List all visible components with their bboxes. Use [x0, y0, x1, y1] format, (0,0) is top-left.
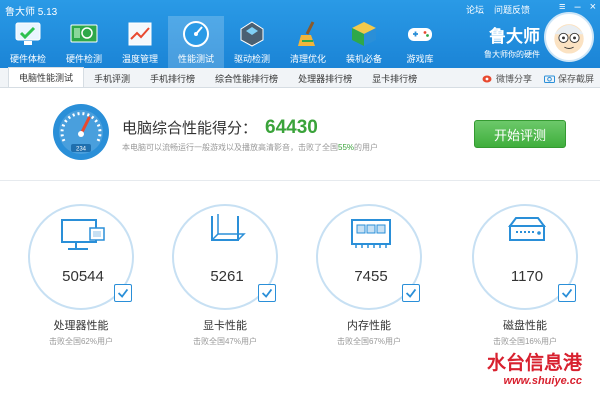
tab-overall-ranking[interactable]: 综合性能排行榜 [205, 69, 288, 87]
watermark-logo: 水台信息港 [486, 353, 582, 374]
minimize-button[interactable]: – [574, 1, 580, 13]
gpu-title: 显卡性能 [203, 320, 247, 332]
watermark-url: www.shuiye.cc [503, 375, 582, 387]
driver-icon [240, 21, 264, 47]
memory-score: 7455 [354, 268, 388, 285]
brand-slogan: 鲁大师你的硬件 [484, 50, 540, 59]
gpu-icon [211, 214, 246, 241]
temperature-icon [128, 22, 152, 46]
disk-icon [508, 217, 546, 241]
memory-sub: 击败全国67%用户 [336, 337, 401, 346]
nav-label: 性能测试 [177, 54, 214, 64]
tab-phone-review[interactable]: 手机评测 [84, 69, 140, 87]
check-icon [114, 284, 132, 302]
tab-actions: 微博分享 保存截屏 [482, 72, 594, 85]
gpu-score: 5261 [210, 268, 244, 285]
cpu-icon [61, 219, 105, 250]
nav-label: 硬件体检 [9, 54, 46, 64]
check-icon [558, 284, 576, 302]
nav-label: 硬件检测 [65, 54, 102, 64]
broom-icon [298, 21, 315, 46]
disk-score: 1170 [510, 268, 544, 285]
nav-temperature[interactable]: 温度管理 [112, 16, 168, 68]
brand: 鲁大师 鲁大师你的硬件 [484, 22, 540, 60]
tab-cpu-ranking[interactable]: 处理器排行榜 [288, 69, 362, 87]
watermark: 水台信息港 www.shuiye.cc [487, 348, 582, 387]
avatar [544, 12, 594, 62]
hardware-detect-icon [70, 24, 98, 43]
check-icon [258, 284, 276, 302]
score-label: 电脑综合性能得分： [122, 120, 258, 137]
nav-driver[interactable]: 驱动检测 [224, 16, 280, 68]
nav-label: 游戏库 [406, 54, 434, 64]
score-desc-percent: 55% [338, 143, 355, 152]
save-screenshot-label: 保存截屏 [557, 74, 594, 84]
performance-icon [183, 21, 209, 47]
score-desc-text: 本电脑可以流畅运行一般游戏以及播放高清影音，击败了全国 [122, 143, 338, 152]
divider [0, 180, 600, 181]
gauge-readout: 234 [76, 147, 87, 153]
forum-link[interactable]: 论坛 [466, 3, 484, 16]
nav-label: 驱动检测 [233, 54, 270, 64]
speedometer-icon: 234 [53, 104, 109, 160]
top-links: 论坛 问题反馈 [466, 3, 530, 16]
tab-bar: 电脑性能测试 手机评测 手机排行榜 综合性能排行榜 处理器排行榜 显卡排行榜 微… [0, 67, 600, 88]
main-nav: 硬件体检 硬件检测 温度管理 性能测试 驱动检测 清理优化 装机必备 游戏库 [0, 16, 448, 68]
tab-pc-test[interactable]: 电脑性能测试 [8, 67, 85, 87]
card-circle: 5261 [172, 204, 278, 310]
score-line: 电脑综合性能得分： 64430 [122, 117, 318, 139]
nav-label: 温度管理 [121, 54, 158, 64]
cpu-score: 50544 [62, 268, 104, 285]
tab-gpu-ranking[interactable]: 显卡排行榜 [362, 69, 427, 87]
score-description: 本电脑可以流畅运行一般游戏以及播放高清影音，击败了全国55%的用户 [122, 142, 378, 153]
memory-title: 内存性能 [347, 320, 391, 332]
disk-sub: 击败全国16%用户 [492, 337, 557, 346]
score-value: 64430 [265, 117, 318, 138]
nav-hardware-detect[interactable]: 硬件检测 [56, 16, 112, 68]
weibo-share-label: 微博分享 [495, 74, 532, 84]
start-test-button[interactable]: 开始评测 [474, 120, 566, 148]
check-icon [402, 284, 420, 302]
card-circle: 7455 [316, 204, 422, 310]
nav-performance[interactable]: 性能测试 [168, 16, 224, 68]
menu-button[interactable]: ≡ [559, 1, 565, 13]
nav-hardware-check[interactable]: 硬件体检 [0, 16, 56, 68]
close-button[interactable]: × [590, 1, 596, 13]
title-bar: 鲁大师 5.13 论坛 问题反馈 ≡ – × 硬件体检 硬件检测 温度管理 性能… [0, 0, 600, 68]
gamepad-icon [408, 28, 432, 41]
nav-label: 装机必备 [345, 54, 382, 64]
cpu-title: 处理器性能 [53, 320, 109, 332]
weibo-share-button[interactable]: 微博分享 [482, 72, 532, 85]
gpu-sub: 击败全国47%用户 [192, 337, 257, 346]
nav-label: 清理优化 [289, 54, 326, 64]
tab-phone-ranking[interactable]: 手机排行榜 [140, 69, 205, 87]
card-circle: 1170 [472, 204, 578, 310]
nav-games[interactable]: 游戏库 [392, 16, 448, 68]
cpu-sub: 击败全国62%用户 [48, 337, 113, 346]
brand-name: 鲁大师 [489, 27, 540, 46]
install-icon [352, 22, 376, 46]
hardware-check-icon [15, 22, 41, 45]
nav-install[interactable]: 装机必备 [336, 16, 392, 68]
card-circle: 50544 [28, 204, 134, 310]
nav-cleanup[interactable]: 清理优化 [280, 16, 336, 68]
disk-title: 磁盘性能 [503, 320, 547, 332]
score-desc-suffix: 的用户 [354, 143, 379, 152]
feedback-link[interactable]: 问题反馈 [494, 3, 530, 16]
weibo-icon [482, 75, 492, 83]
save-screenshot-button[interactable]: 保存截屏 [543, 72, 594, 85]
camera-icon [543, 75, 555, 83]
memory-icon [351, 219, 391, 248]
window-controls: ≡ – × [559, 1, 596, 13]
